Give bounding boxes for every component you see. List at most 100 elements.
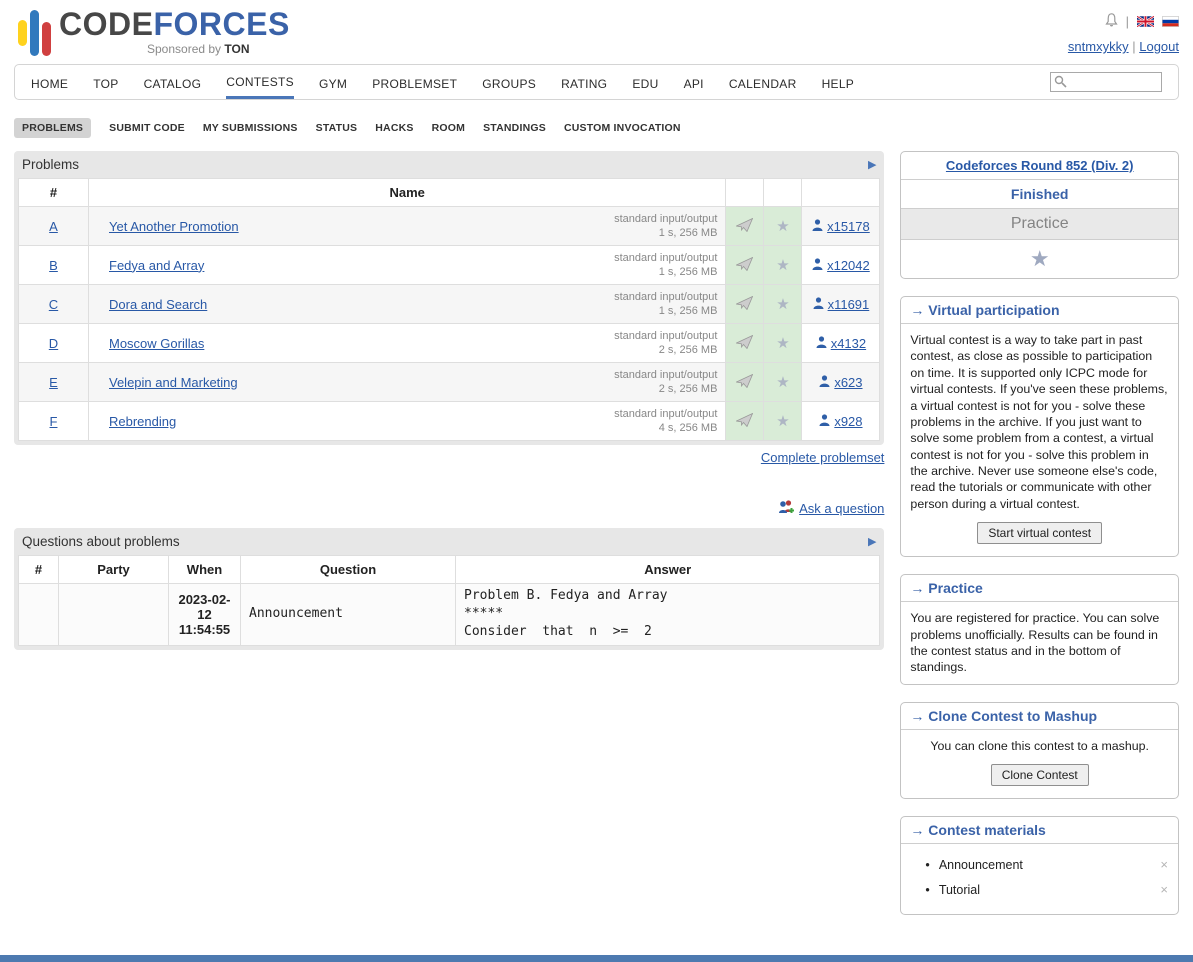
- codeforces-logo[interactable]: CODEFORCES Sponsored by TON: [14, 8, 290, 56]
- tab-status[interactable]: STATUS: [316, 122, 358, 134]
- submit-paper-plane-icon[interactable]: [736, 259, 753, 274]
- clone-mashup-title: → Clone Contest to Mashup: [901, 703, 1178, 730]
- clone-mashup-text: You can clone this contest to a mashup.: [901, 730, 1178, 762]
- nav-calendar[interactable]: CALENDAR: [729, 67, 797, 98]
- q-col-when: When: [169, 556, 241, 584]
- logout-link[interactable]: Logout: [1139, 39, 1179, 54]
- problem-name-link[interactable]: Moscow Gorillas: [109, 336, 204, 351]
- solved-count-link[interactable]: x928: [819, 414, 862, 429]
- header-icons: |: [1068, 12, 1179, 30]
- footer-bar: [0, 955, 1193, 962]
- virtual-button-row: Start virtual contest: [901, 520, 1178, 556]
- tab-problems[interactable]: PROBLEMS: [14, 118, 91, 138]
- col-header-index: #: [19, 179, 89, 207]
- logo-text: CODEFORCES Sponsored by TON: [59, 8, 290, 55]
- tab-submit-code[interactable]: SUBMIT CODE: [109, 122, 185, 134]
- solved-count-link[interactable]: x15178: [812, 219, 870, 234]
- favorite-star-icon[interactable]: ★: [776, 335, 789, 352]
- nav-home[interactable]: HOME: [31, 67, 68, 98]
- submit-paper-plane-icon[interactable]: [736, 298, 753, 313]
- nav-contests[interactable]: CONTESTS: [226, 65, 294, 99]
- nav-gym[interactable]: GYM: [319, 67, 347, 98]
- close-icon[interactable]: ×: [1160, 857, 1168, 872]
- problem-name-link[interactable]: Yet Another Promotion: [109, 219, 239, 234]
- solved-person-icon: [813, 297, 824, 312]
- favorite-star-icon[interactable]: ★: [776, 296, 789, 313]
- start-virtual-contest-button[interactable]: Start virtual contest: [977, 522, 1102, 544]
- notification-bell-icon[interactable]: [1105, 13, 1118, 30]
- tab-custom-invocation[interactable]: CUSTOM INVOCATION: [564, 122, 681, 134]
- bullet-icon: •: [925, 858, 929, 872]
- material-announcement-link[interactable]: Announcement: [939, 858, 1023, 872]
- material-tutorial-link[interactable]: Tutorial: [939, 883, 980, 897]
- submit-paper-plane-icon[interactable]: [736, 220, 753, 235]
- problem-index-link[interactable]: E: [49, 375, 58, 390]
- problem-index-link[interactable]: B: [49, 258, 58, 273]
- nav-problemset[interactable]: PROBLEMSET: [372, 67, 457, 98]
- tab-standings[interactable]: STANDINGS: [483, 122, 546, 134]
- problem-name-link[interactable]: Dora and Search: [109, 297, 207, 312]
- col-header-favorite: [764, 179, 802, 207]
- nav-rating[interactable]: RATING: [561, 67, 607, 98]
- contest-title-link[interactable]: Codeforces Round 852 (Div. 2): [946, 158, 1134, 173]
- solved-count-link[interactable]: x4132: [816, 336, 866, 351]
- problem-row-b: B Fedya and Array standard input/output …: [19, 246, 880, 285]
- favorite-star-icon[interactable]: ★: [776, 218, 789, 235]
- problem-constraints: standard input/output 2 s, 256 MB: [614, 329, 717, 358]
- header: CODEFORCES Sponsored by TON |: [14, 8, 1179, 56]
- problem-index-link[interactable]: C: [49, 297, 58, 312]
- problem-index-link[interactable]: A: [49, 219, 58, 234]
- solved-count-link[interactable]: x11691: [813, 297, 870, 312]
- close-icon[interactable]: ×: [1160, 882, 1168, 897]
- solved-person-icon: [812, 258, 823, 273]
- material-item-announcement: • Announcement ×: [925, 852, 1168, 877]
- favorite-star-icon[interactable]: ★: [776, 257, 789, 274]
- solved-count-link[interactable]: x623: [819, 375, 862, 390]
- collapse-arrow-icon[interactable]: ▶: [868, 535, 876, 548]
- contest-title-row: Codeforces Round 852 (Div. 2): [901, 152, 1178, 180]
- uk-flag-icon[interactable]: [1137, 16, 1154, 27]
- problem-row-e: E Velepin and Marketing standard input/o…: [19, 363, 880, 402]
- nav-help[interactable]: HELP: [822, 67, 855, 98]
- submit-paper-plane-icon[interactable]: [736, 376, 753, 391]
- logo-bars-icon: [18, 8, 51, 56]
- tab-hacks[interactable]: HACKS: [375, 122, 413, 134]
- submit-paper-plane-icon[interactable]: [736, 337, 753, 352]
- complete-problemset-link[interactable]: Complete problemset: [761, 450, 885, 465]
- clone-contest-button[interactable]: Clone Contest: [991, 764, 1089, 786]
- questions-header-row: # Party When Question Answer: [19, 556, 880, 584]
- logo-forces: FORCES: [153, 6, 289, 42]
- logo-code: CODE: [59, 6, 153, 42]
- solved-person-icon: [819, 375, 830, 390]
- favorite-contest-star-icon[interactable]: ★: [1030, 246, 1050, 271]
- ask-question-link[interactable]: Ask a question: [778, 499, 884, 518]
- tab-room[interactable]: ROOM: [432, 122, 465, 134]
- favorite-star-icon[interactable]: ★: [776, 374, 789, 391]
- question-text-cell: Announcement: [241, 584, 456, 646]
- contest-materials-title: → Contest materials: [901, 817, 1178, 844]
- problem-row-c: C Dora and Search standard input/output …: [19, 285, 880, 324]
- solved-count-link[interactable]: x12042: [812, 258, 870, 273]
- nav-groups[interactable]: GROUPS: [482, 67, 536, 98]
- contest-materials-box: → Contest materials • Announcement × • T…: [900, 816, 1179, 915]
- problem-name-link[interactable]: Fedya and Array: [109, 258, 204, 273]
- problem-index-link[interactable]: F: [50, 414, 58, 429]
- problem-row-f: F Rebrending standard input/output 4 s, …: [19, 402, 880, 441]
- nav-edu[interactable]: EDU: [632, 67, 658, 98]
- problem-name-link[interactable]: Velepin and Marketing: [109, 375, 238, 390]
- virtual-participation-text: Virtual contest is a way to take part in…: [901, 324, 1178, 520]
- submit-paper-plane-icon[interactable]: [736, 415, 753, 430]
- nav-top[interactable]: TOP: [93, 67, 118, 98]
- contest-subnav: PROBLEMS SUBMIT CODE MY SUBMISSIONS STAT…: [14, 118, 1179, 138]
- username-link[interactable]: sntmxykky: [1068, 39, 1129, 54]
- problem-constraints: standard input/output 4 s, 256 MB: [614, 407, 717, 436]
- nav-api[interactable]: API: [684, 67, 704, 98]
- problem-name-link[interactable]: Rebrending: [109, 414, 176, 429]
- nav-catalog[interactable]: CATALOG: [144, 67, 202, 98]
- tab-my-submissions[interactable]: MY SUBMISSIONS: [203, 122, 298, 134]
- ru-flag-icon[interactable]: [1162, 16, 1179, 27]
- collapse-arrow-icon[interactable]: ▶: [868, 158, 876, 171]
- favorite-star-icon[interactable]: ★: [776, 413, 789, 430]
- problem-index-link[interactable]: D: [49, 336, 58, 351]
- material-item-tutorial: • Tutorial ×: [925, 877, 1168, 902]
